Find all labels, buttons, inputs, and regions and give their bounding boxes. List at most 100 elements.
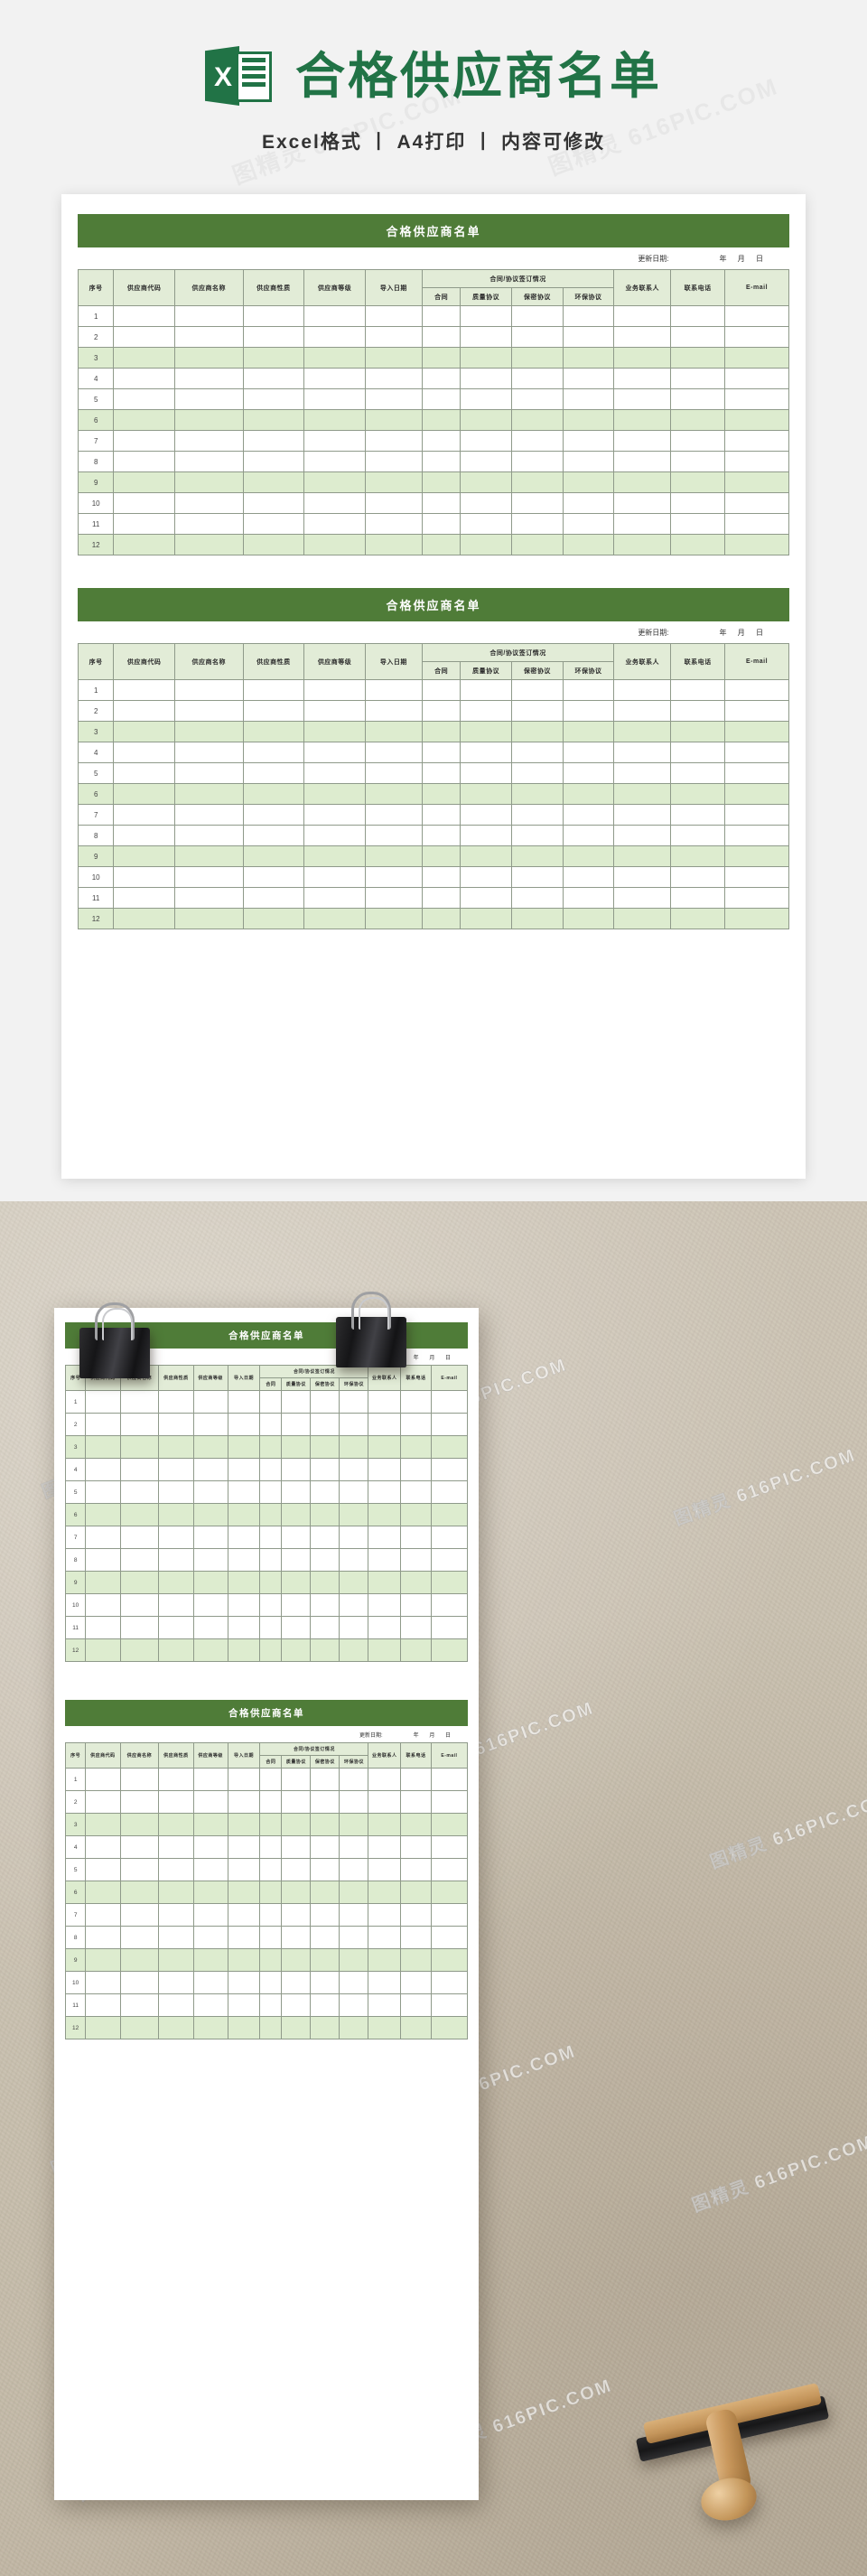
table-cell[interactable] <box>670 825 726 846</box>
table-cell[interactable] <box>460 305 512 327</box>
row-index-cell[interactable]: 2 <box>64 1413 87 1436</box>
table-cell[interactable] <box>281 2016 312 2039</box>
table-cell[interactable] <box>310 1768 340 1791</box>
table-cell[interactable] <box>613 368 672 389</box>
table-cell[interactable] <box>724 762 789 784</box>
table-cell[interactable] <box>303 825 366 846</box>
table-cell[interactable] <box>227 1835 261 1859</box>
table-cell[interactable] <box>421 305 461 327</box>
table-cell[interactable] <box>460 326 512 348</box>
table-cell[interactable] <box>281 1390 312 1414</box>
table-cell[interactable] <box>724 347 789 369</box>
table-cell[interactable] <box>562 679 615 701</box>
table-cell[interactable] <box>85 2016 121 2039</box>
table-cell[interactable] <box>158 2016 194 2039</box>
table-cell[interactable] <box>430 1790 469 1814</box>
table-cell[interactable] <box>421 492 461 514</box>
table-cell[interactable] <box>511 804 564 826</box>
row-index-cell[interactable]: 7 <box>64 1903 87 1927</box>
table-row[interactable]: 6 <box>64 1503 469 1526</box>
table-cell[interactable] <box>400 1480 432 1504</box>
table-cell[interactable] <box>724 451 789 472</box>
table-cell[interactable] <box>460 783 512 805</box>
table-cell[interactable] <box>174 368 244 389</box>
table-cell[interactable] <box>613 471 672 493</box>
table-cell[interactable] <box>421 721 461 742</box>
table-cell[interactable] <box>368 1526 402 1549</box>
table-cell[interactable] <box>281 1593 312 1617</box>
row-index-cell[interactable]: 4 <box>77 742 115 763</box>
table-cell[interactable] <box>670 866 726 888</box>
table-cell[interactable] <box>613 845 672 867</box>
table-cell[interactable] <box>613 534 672 555</box>
table-cell[interactable] <box>242 388 305 410</box>
table-cell[interactable] <box>724 866 789 888</box>
table-cell[interactable] <box>339 1503 369 1526</box>
table-cell[interactable] <box>364 451 423 472</box>
table-cell[interactable] <box>281 1813 312 1836</box>
table-cell[interactable] <box>460 742 512 763</box>
table-cell[interactable] <box>511 762 564 784</box>
table-cell[interactable] <box>421 409 461 431</box>
table-cell[interactable] <box>174 326 244 348</box>
table-cell[interactable] <box>421 866 461 888</box>
table-cell[interactable] <box>460 368 512 389</box>
table-cell[interactable] <box>364 908 423 929</box>
table-cell[interactable] <box>119 1458 160 1481</box>
table-cell[interactable] <box>310 1835 340 1859</box>
row-index-cell[interactable]: 6 <box>77 783 115 805</box>
table-row[interactable]: 11 <box>64 1616 469 1639</box>
table-cell[interactable] <box>460 679 512 701</box>
table-cell[interactable] <box>259 1480 283 1504</box>
table-row[interactable]: 9 <box>64 1571 469 1594</box>
table-cell[interactable] <box>192 1835 228 1859</box>
table-cell[interactable] <box>460 430 512 452</box>
table-cell[interactable] <box>281 1926 312 1949</box>
table-cell[interactable] <box>192 1616 228 1639</box>
table-cell[interactable] <box>421 451 461 472</box>
table-cell[interactable] <box>339 1881 369 1904</box>
table-cell[interactable] <box>259 1926 283 1949</box>
table-cell[interactable] <box>511 513 564 535</box>
table-cell[interactable] <box>511 908 564 929</box>
table-cell[interactable] <box>339 1903 369 1927</box>
table-cell[interactable] <box>310 1993 340 2017</box>
table-cell[interactable] <box>310 1926 340 1949</box>
table-cell[interactable] <box>119 1616 160 1639</box>
table-cell[interactable] <box>724 679 789 701</box>
table-cell[interactable] <box>368 1926 402 1949</box>
table-cell[interactable] <box>364 492 423 514</box>
table-cell[interactable] <box>368 1480 402 1504</box>
table-cell[interactable] <box>430 1881 469 1904</box>
table-cell[interactable] <box>259 1458 283 1481</box>
table-cell[interactable] <box>158 1993 194 2017</box>
table-cell[interactable] <box>242 866 305 888</box>
table-cell[interactable] <box>242 305 305 327</box>
table-cell[interactable] <box>310 1390 340 1414</box>
table-row[interactable]: 7 <box>64 1903 469 1927</box>
table-cell[interactable] <box>174 430 244 452</box>
table-cell[interactable] <box>174 347 244 369</box>
table-cell[interactable] <box>670 742 726 763</box>
table-cell[interactable] <box>259 1638 283 1662</box>
table-cell[interactable] <box>724 845 789 867</box>
table-cell[interactable] <box>511 471 564 493</box>
table-cell[interactable] <box>430 1413 469 1436</box>
table-cell[interactable] <box>259 1413 283 1436</box>
table-cell[interactable] <box>368 1503 402 1526</box>
table-cell[interactable] <box>158 1503 194 1526</box>
table-cell[interactable] <box>339 1858 369 1881</box>
table-cell[interactable] <box>158 1638 194 1662</box>
table-cell[interactable] <box>421 742 461 763</box>
table-row[interactable]: 6 <box>77 409 789 431</box>
table-cell[interactable] <box>368 1813 402 1836</box>
table-cell[interactable] <box>460 908 512 929</box>
table-cell[interactable] <box>400 1835 432 1859</box>
table-cell[interactable] <box>364 513 423 535</box>
table-cell[interactable] <box>113 305 176 327</box>
table-cell[interactable] <box>113 534 176 555</box>
table-cell[interactable] <box>670 887 726 909</box>
table-cell[interactable] <box>85 1813 121 1836</box>
table-cell[interactable] <box>192 2016 228 2039</box>
table-cell[interactable] <box>227 2016 261 2039</box>
